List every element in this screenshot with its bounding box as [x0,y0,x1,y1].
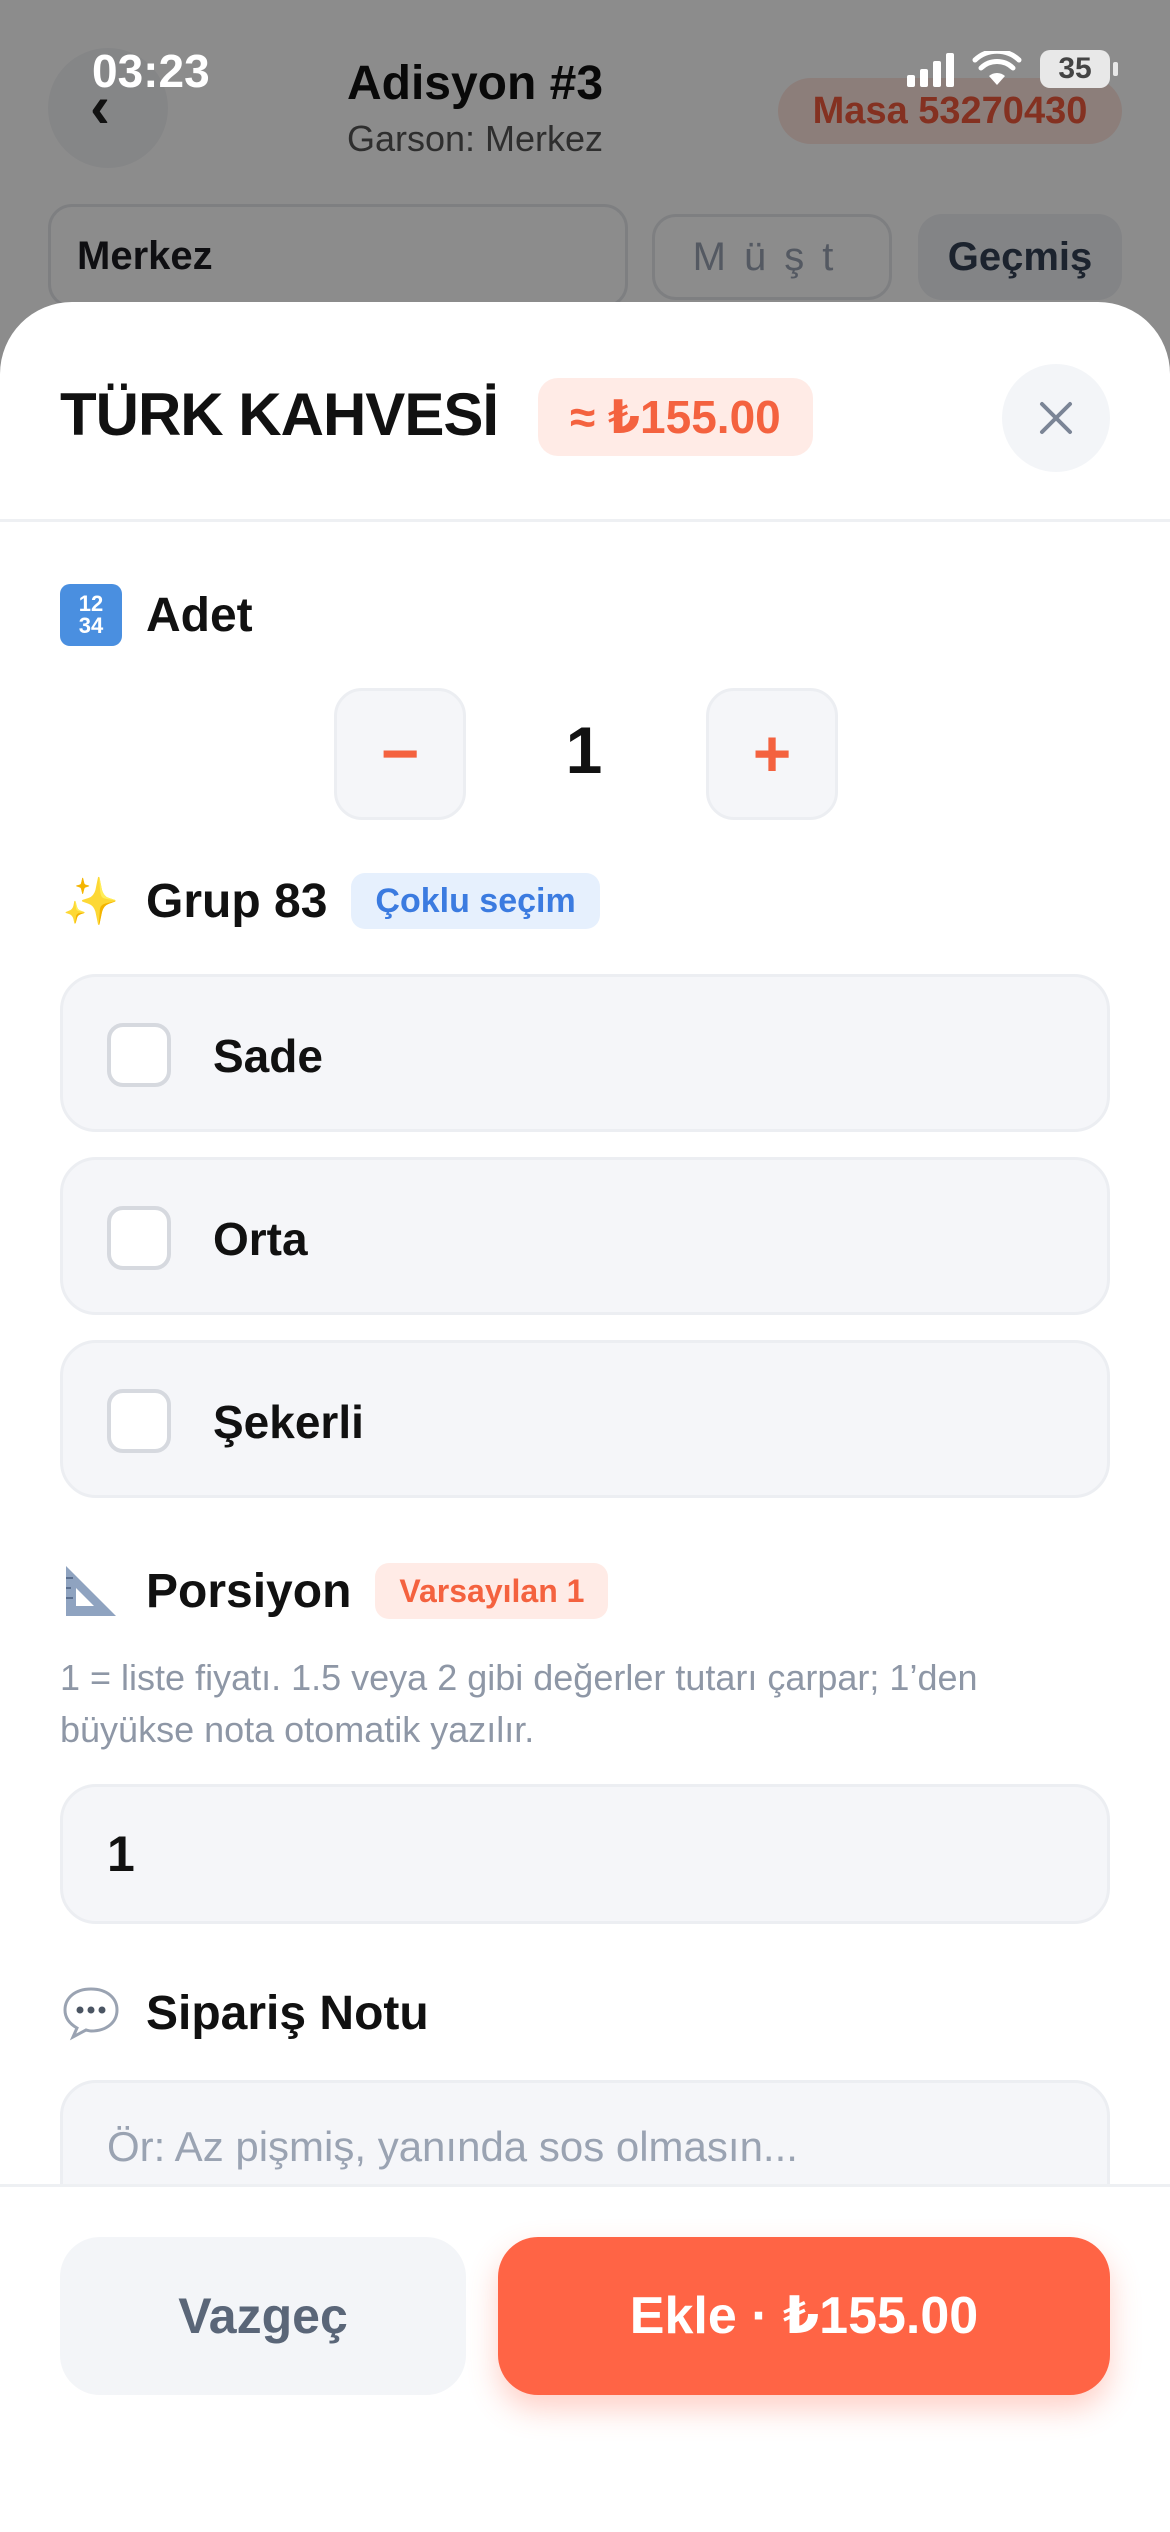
speech-bubble-icon [60,1982,122,2044]
status-time: 03:23 [92,45,210,97]
multi-select-badge: Çoklu seçim [351,873,600,929]
group-title: Grup 83 [146,874,328,928]
product-name: TÜRK KAHVESİ [60,381,499,448]
option-orta[interactable]: Orta [60,1157,1110,1315]
add-to-order-button[interactable]: Ekle · ₺155.00 [498,2237,1110,2395]
price-badge: ≈ ₺155.00 [538,378,813,456]
note-section-title: Sipariş Notu [60,1982,429,2044]
portion-section-title: Porsiyon Varsayılan 1 [60,1560,609,1622]
option-label: Şekerli [213,1396,364,1448]
checkbox-icon[interactable] [107,1206,171,1270]
quantity-decrease-button[interactable]: − [334,688,466,820]
wifi-icon [972,51,1022,85]
quantity-section-title: 12 34 Adet [60,584,253,646]
sparkles-icon: ✨ [62,874,120,927]
quantity-title: Adet [146,588,253,642]
cancel-button[interactable]: Vazgeç [60,2237,466,2395]
quantity-value: 1 [565,713,603,787]
triangular-ruler-icon [60,1560,122,1622]
battery-icon: 35 [1040,50,1118,88]
close-icon [1040,402,1072,434]
close-button[interactable] [1002,364,1110,472]
checkbox-icon[interactable] [107,1389,171,1453]
status-icons: 35 [907,50,1118,88]
sheet-footer: Vazgeç Ekle · ₺155.00 [0,2184,1170,2532]
portion-input[interactable]: 1 [60,1784,1110,1924]
portion-title: Porsiyon [146,1564,352,1618]
option-label: Sade [213,1030,323,1082]
note-title: Sipariş Notu [146,1986,429,2040]
cellular-signal-icon [907,51,954,87]
product-options-sheet: TÜRK KAHVESİ ≈ ₺155.00 12 34 Adet − 1 + ✨… [0,302,1170,2532]
option-label: Orta [213,1213,308,1265]
option-sade[interactable]: Sade [60,974,1110,1132]
sheet-header: TÜRK KAHVESİ ≈ ₺155.00 [0,302,1170,522]
checkbox-icon[interactable] [107,1023,171,1087]
option-sekerli[interactable]: Şekerli [60,1340,1110,1498]
input-numbers-icon: 12 34 [60,584,122,646]
portion-hint: 1 = liste fiyatı. 1.5 veya 2 gibi değerl… [60,1657,978,1750]
quantity-increase-button[interactable]: + [706,688,838,820]
default-portion-badge: Varsayılan 1 [375,1563,609,1619]
group-section-title: ✨ Grup 83 Çoklu seçim [60,870,600,932]
